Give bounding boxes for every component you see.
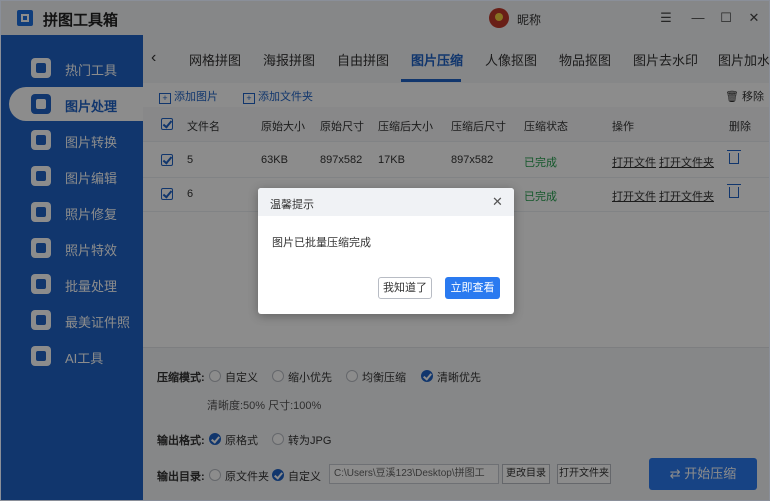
view-now-button[interactable]: 立即查看: [445, 277, 500, 299]
dialog-message: 图片已批量压缩完成: [272, 237, 371, 249]
close-icon[interactable]: ✕: [492, 194, 503, 210]
dialog-header: 温馨提示 ✕: [258, 188, 514, 216]
got-it-button[interactable]: 我知道了: [378, 277, 432, 299]
app-window: 拼图工具箱 昵称 ☰ — ☐ ✕ 热门工具 图片处理 图片转换 图片编辑 照片修…: [0, 0, 770, 501]
notice-dialog: 温馨提示 ✕ 图片已批量压缩完成 我知道了 立即查看: [258, 188, 514, 314]
dialog-title: 温馨提示: [270, 199, 314, 211]
